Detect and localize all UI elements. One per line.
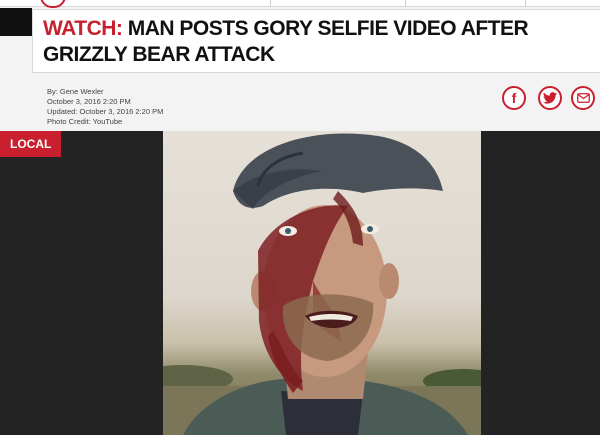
twitter-share-button[interactable]	[538, 86, 562, 110]
article-headline: WATCH: MAN POSTS GORY SELFIE VIDEO AFTER…	[43, 16, 580, 68]
video-frame-image[interactable]	[163, 131, 481, 435]
headline-box: WATCH: MAN POSTS GORY SELFIE VIDEO AFTER…	[32, 9, 600, 73]
category-badge[interactable]: LOCAL	[0, 131, 62, 157]
article-byline: By: Gene Wexler October 3, 2016 2:20 PM …	[47, 87, 163, 127]
updated-date: Updated: October 3, 2016 2:20 PM	[47, 107, 164, 116]
email-share-button[interactable]	[571, 86, 595, 110]
nav-divider	[525, 0, 526, 6]
author: By: Gene Wexler	[47, 87, 104, 96]
left-edge-strip	[0, 8, 32, 36]
nav-divider	[405, 0, 406, 6]
email-icon	[576, 93, 590, 103]
site-logo[interactable]	[40, 0, 66, 8]
nav-divider	[270, 0, 271, 6]
posted-date: October 3, 2016 2:20 PM	[47, 97, 131, 106]
headline-prefix: WATCH:	[43, 17, 123, 40]
twitter-icon	[543, 92, 557, 104]
facebook-share-button[interactable]: f	[502, 86, 526, 110]
photo-credit: Photo Credit: YouTube	[47, 117, 123, 126]
top-nav-bar	[0, 0, 600, 8]
facebook-icon: f	[511, 90, 517, 106]
video-still-image	[163, 133, 481, 435]
